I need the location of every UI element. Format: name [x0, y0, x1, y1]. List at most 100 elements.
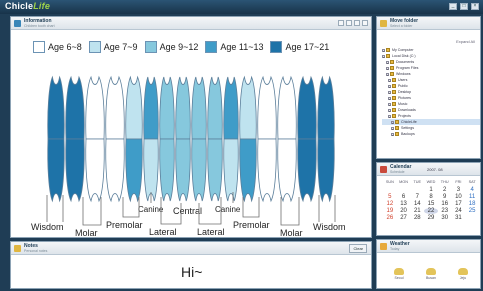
weekday-label: SAT — [468, 180, 476, 184]
expand-all-link[interactable]: Expand All — [456, 39, 475, 44]
calendar-day[interactable]: 7 — [410, 194, 424, 200]
folder-icon — [392, 102, 396, 106]
sun-icon — [458, 268, 468, 275]
folder-label: Pictures — [398, 96, 411, 100]
expand-toggle-icon[interactable]: + — [386, 60, 389, 64]
expand-toggle-icon[interactable]: + — [388, 114, 391, 118]
calendar-day — [397, 187, 411, 193]
label-leader-lines — [46, 192, 336, 226]
expand-toggle-icon[interactable]: + — [391, 120, 394, 124]
clear-notes-button[interactable]: Clear — [349, 244, 367, 253]
weather-item: Seoul — [387, 268, 411, 280]
folder-label: Documents — [396, 60, 415, 64]
calendar-day[interactable]: 14 — [410, 201, 424, 207]
calendar-day[interactable]: 25 — [465, 208, 479, 214]
folder-icon — [386, 48, 390, 52]
folder-label: Program Files — [396, 66, 419, 70]
calendar-day[interactable]: 20 — [397, 208, 411, 214]
calendar-day[interactable]: 18 — [465, 201, 479, 207]
close-button[interactable]: × — [471, 3, 479, 10]
calendar-day — [383, 187, 397, 193]
calendar-day[interactable]: 2 — [438, 187, 452, 193]
calendar-day[interactable]: 10 — [452, 194, 466, 200]
information-panel: Information Children tooth chart Age 6~8… — [10, 16, 372, 238]
weather-label: Busan — [426, 276, 436, 280]
calendar-day[interactable]: 22 — [424, 208, 438, 214]
calendar-day[interactable]: 21 — [410, 208, 424, 214]
calendar-day[interactable]: 4 — [465, 187, 479, 193]
calendar-day[interactable]: 23 — [438, 208, 452, 214]
expand-toggle-icon[interactable]: + — [388, 90, 391, 94]
move-folder-header: Move folder Select a folder — [377, 17, 480, 30]
calendar-day[interactable]: 5 — [383, 194, 397, 200]
calendar-day[interactable]: 13 — [397, 201, 411, 207]
folder-icon — [392, 78, 396, 82]
folder-tree-item[interactable]: + Backups — [382, 131, 480, 137]
notes-subtitle: Personal notes — [24, 249, 48, 253]
expand-toggle-icon[interactable]: + — [388, 78, 391, 82]
folder-label: Desktop — [398, 90, 412, 94]
folder-label: Users — [398, 78, 408, 82]
calendar-day[interactable]: 17 — [452, 201, 466, 207]
calendar-day[interactable]: 26 — [383, 215, 397, 221]
calendar-icon — [380, 166, 387, 173]
expand-toggle-icon[interactable]: + — [382, 54, 385, 58]
notes-panel: Notes Personal notes Clear Hi~ — [10, 241, 372, 289]
calendar-day[interactable]: 28 — [410, 215, 424, 221]
expand-toggle-icon[interactable]: + — [388, 102, 391, 106]
folder-icon — [390, 66, 394, 70]
maximize-button[interactable]: □ — [460, 3, 468, 10]
calendar-day[interactable]: 9 — [438, 194, 452, 200]
expand-toggle-icon[interactable]: + — [382, 48, 385, 52]
weekday-label: THU — [440, 180, 449, 184]
calendar-day[interactable]: 15 — [424, 201, 438, 207]
move-folder-panel: Move folder Select a folder Expand All +… — [376, 16, 481, 159]
expand-toggle-icon[interactable]: + — [386, 72, 389, 76]
folder-label: Settings — [401, 126, 414, 130]
folder-icon — [395, 120, 399, 124]
folder-icon — [392, 84, 396, 88]
folder-icon — [395, 126, 399, 130]
weekday-label: WED — [426, 180, 436, 184]
expand-toggle-icon[interactable]: + — [386, 66, 389, 70]
calendar-day[interactable]: 11 — [465, 194, 479, 200]
expand-toggle-icon[interactable]: + — [391, 132, 394, 136]
calendar-day[interactable]: 8 — [424, 194, 438, 200]
folder-label: Public — [398, 84, 408, 88]
calendar-day[interactable]: 3 — [452, 187, 466, 193]
folder-icon — [390, 72, 394, 76]
calendar-day[interactable]: 31 — [452, 215, 466, 221]
weather-header: Weather Today — [377, 240, 480, 253]
folder-icon — [395, 132, 399, 136]
minimize-button[interactable]: _ — [449, 3, 457, 10]
calendar-day[interactable]: 19 — [383, 208, 397, 214]
weather-subtitle: Today — [390, 247, 400, 251]
calendar-day[interactable]: 1 — [424, 187, 438, 193]
weather-icon — [380, 243, 387, 250]
calendar-day[interactable]: 27 — [397, 215, 411, 221]
calendar-day[interactable]: 16 — [438, 201, 452, 207]
calendar-day[interactable]: 24 — [452, 208, 466, 214]
folder-label: Windows — [396, 72, 411, 76]
calendar-day — [410, 187, 424, 193]
calendar-day[interactable]: 30 — [438, 215, 452, 221]
calendar-day[interactable]: 6 — [397, 194, 411, 200]
folder-label: My Computer — [392, 48, 414, 52]
folder-icon — [390, 60, 394, 64]
weekday-label: MON — [399, 180, 408, 184]
folder-icon — [392, 114, 396, 118]
notes-text[interactable]: Hi~ — [181, 264, 202, 280]
folder-tree: + My Computer + Local Disk (C:) + Documents + P… — [382, 47, 480, 137]
weekday-label: TUE — [413, 180, 422, 184]
calendar-days: 1 2 3 4 5 6 7 8 9 10 11 12 13 14 15 16 17 18 19 20 21 22 23 24 2… — [383, 187, 479, 221]
calendar-day[interactable]: 29 — [424, 215, 438, 221]
calendar-day — [465, 215, 479, 221]
calendar-day[interactable]: 12 — [383, 201, 397, 207]
expand-toggle-icon[interactable]: + — [388, 84, 391, 88]
expand-toggle-icon[interactable]: + — [388, 96, 391, 100]
window-controls: _ □ × — [449, 3, 479, 10]
calendar-month[interactable]: 2007. 08 — [427, 167, 443, 172]
expand-toggle-icon[interactable]: + — [388, 108, 391, 112]
expand-toggle-icon[interactable]: + — [391, 126, 394, 130]
move-folder-subtitle: Select a folder — [390, 24, 413, 28]
